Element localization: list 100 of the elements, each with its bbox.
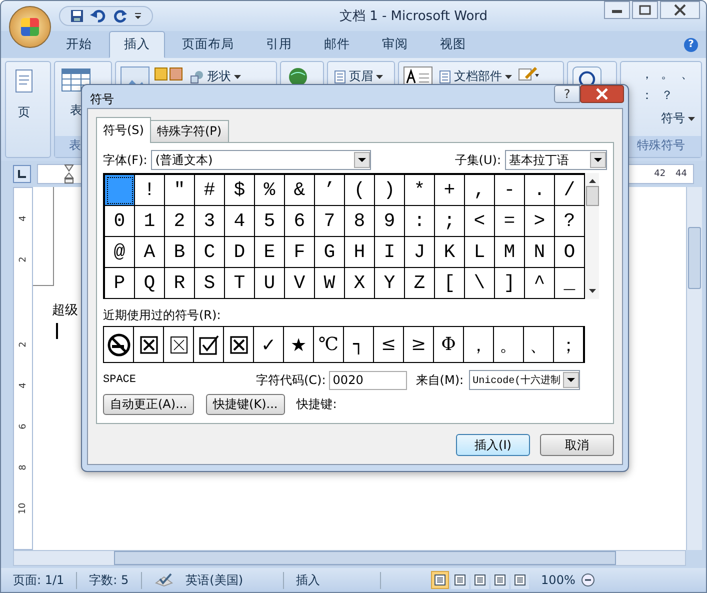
- indent-marker-icon[interactable]: [64, 164, 74, 184]
- recent-symbol[interactable]: ，: [470, 332, 488, 356]
- symbol-button[interactable]: ？: [657, 87, 677, 104]
- symbol-cell[interactable]: Y: [375, 268, 405, 299]
- symbol-cell[interactable]: G: [315, 237, 345, 268]
- recent-symbol[interactable]: ✓: [261, 334, 276, 356]
- recent-symbol[interactable]: ≥: [410, 334, 426, 355]
- ribbon-tab[interactable]: 视图: [425, 31, 481, 58]
- office-button[interactable]: [9, 6, 51, 48]
- minimize-icon[interactable]: [604, 1, 630, 19]
- symbol-cell[interactable]: +: [435, 175, 465, 206]
- symbol-cell[interactable]: $: [225, 175, 255, 206]
- dialog-button[interactable]: 插入(I): [456, 434, 530, 456]
- symbol-cell[interactable]: [: [435, 268, 465, 299]
- checked-box-icon[interactable]: [198, 334, 218, 354]
- symbol-cell[interactable]: .: [525, 175, 555, 206]
- symbol-cell[interactable]: S: [195, 268, 225, 299]
- ribbon-dropdown-button[interactable]: 页眉: [332, 66, 385, 87]
- help-button[interactable]: ?: [684, 38, 698, 52]
- symbol-cell[interactable]: =: [495, 206, 525, 237]
- dialog-button[interactable]: 快捷键(K)...: [206, 394, 285, 415]
- symbol-cell[interactable]: -: [495, 175, 525, 206]
- scroll-down-icon[interactable]: [588, 289, 596, 293]
- ribbon-button[interactable]: 页: [10, 66, 38, 123]
- signature-line-icon[interactable]: [518, 66, 540, 82]
- symbol-cell[interactable]: P: [105, 268, 135, 299]
- symbol-cell[interactable]: X: [345, 268, 375, 299]
- character-code-field[interactable]: 0020: [328, 370, 407, 390]
- symbol-cell[interactable]: W: [315, 268, 345, 299]
- symbol-cell[interactable]: Q: [135, 268, 165, 299]
- symbol-cell[interactable]: U: [255, 268, 285, 299]
- ribbon-tab[interactable]: 页面布局: [167, 31, 249, 58]
- symbol-cell[interactable]: ]: [495, 268, 525, 299]
- symbol-cell[interactable]: ,: [465, 175, 495, 206]
- clip-art-icon[interactable]: [154, 66, 184, 82]
- boxed-x-icon[interactable]: [230, 336, 248, 354]
- zoom-level[interactable]: 100%: [541, 573, 576, 587]
- recent-symbol[interactable]: 。: [500, 332, 518, 356]
- scroll-up-icon[interactable]: [588, 179, 596, 183]
- symbol-cell[interactable]: D: [225, 237, 255, 268]
- symbol-cell[interactable]: #: [195, 175, 225, 206]
- symbol-cell[interactable]: N: [525, 237, 555, 268]
- ribbon-dropdown-button[interactable]: 文档部件: [437, 66, 514, 87]
- symbol-cell[interactable]: 0: [105, 206, 135, 237]
- symbol-cell[interactable]: ’: [315, 175, 345, 206]
- symbol-cell[interactable]: 5: [255, 206, 285, 237]
- symbol-cell[interactable]: ;: [435, 206, 465, 237]
- symbol-cell[interactable]: I: [375, 237, 405, 268]
- symbol-cell[interactable]: [105, 175, 135, 206]
- symbol-cell[interactable]: *: [405, 175, 435, 206]
- symbol-cell[interactable]: J: [405, 237, 435, 268]
- symbol-button[interactable]: 。: [657, 66, 677, 83]
- symbol-cell[interactable]: 9: [375, 206, 405, 237]
- symbol-cell[interactable]: :: [405, 206, 435, 237]
- symbol-cell[interactable]: H: [345, 237, 375, 268]
- symbol-cell[interactable]: >: [525, 206, 555, 237]
- ribbon-dropdown-button[interactable]: 符号: [659, 108, 697, 129]
- symbol-scrollbar[interactable]: [585, 173, 599, 299]
- symbol-cell[interactable]: ^: [525, 268, 555, 299]
- symbol-cell[interactable]: 7: [315, 206, 345, 237]
- symbol-cell[interactable]: K: [435, 237, 465, 268]
- symbol-cell[interactable]: B: [165, 237, 195, 268]
- language-status[interactable]: 英语(美国): [174, 572, 284, 588]
- ribbon-tab[interactable]: 引用: [251, 31, 307, 58]
- symbol-cell[interactable]: L: [465, 237, 495, 268]
- symbol-cell[interactable]: &: [285, 175, 315, 206]
- symbol-cell[interactable]: E: [255, 237, 285, 268]
- symbol-cell[interactable]: C: [195, 237, 225, 268]
- symbol-cell[interactable]: A: [135, 237, 165, 268]
- recent-symbol[interactable]: Φ: [441, 334, 456, 355]
- symbol-cell[interactable]: F: [285, 237, 315, 268]
- ribbon-tab[interactable]: 审阅: [367, 31, 423, 58]
- zoom-out-icon[interactable]: [581, 573, 596, 587]
- undo-icon[interactable]: [90, 9, 108, 23]
- symbol-cell[interactable]: 3: [195, 206, 225, 237]
- symbol-cell[interactable]: (: [345, 175, 375, 206]
- no-smoking-icon[interactable]: [106, 332, 130, 356]
- vertical-scrollbar[interactable]: [686, 187, 702, 550]
- symbol-cell[interactable]: Z: [405, 268, 435, 299]
- symbol-button[interactable]: ，: [637, 66, 657, 83]
- recent-symbol[interactable]: ≤: [380, 334, 396, 355]
- symbol-cell[interactable]: !: [135, 175, 165, 206]
- maximize-icon[interactable]: [632, 1, 658, 19]
- ribbon-dropdown-button[interactable]: 形状: [188, 66, 243, 87]
- symbol-cell[interactable]: <: [465, 206, 495, 237]
- dialog-tab[interactable]: 特殊字符(P): [150, 120, 229, 142]
- close-icon[interactable]: [580, 85, 624, 103]
- recent-symbol[interactable]: ℃: [318, 334, 339, 355]
- dialog-button[interactable]: 取消: [540, 434, 614, 456]
- recent-symbol[interactable]: ★: [290, 334, 306, 356]
- ribbon-tab[interactable]: 开始: [51, 31, 107, 58]
- ribbon-tab[interactable]: 插入: [109, 31, 165, 58]
- help-button[interactable]: ?: [554, 85, 580, 103]
- boxed-x-icon[interactable]: [170, 336, 188, 354]
- horizontal-scrollbar[interactable]: [13, 550, 686, 566]
- symbol-cell[interactable]: T: [225, 268, 255, 299]
- symbol-cell[interactable]: @: [105, 237, 135, 268]
- symbol-cell[interactable]: 4: [225, 206, 255, 237]
- symbol-cell[interactable]: 8: [345, 206, 375, 237]
- symbol-cell[interactable]: 1: [135, 206, 165, 237]
